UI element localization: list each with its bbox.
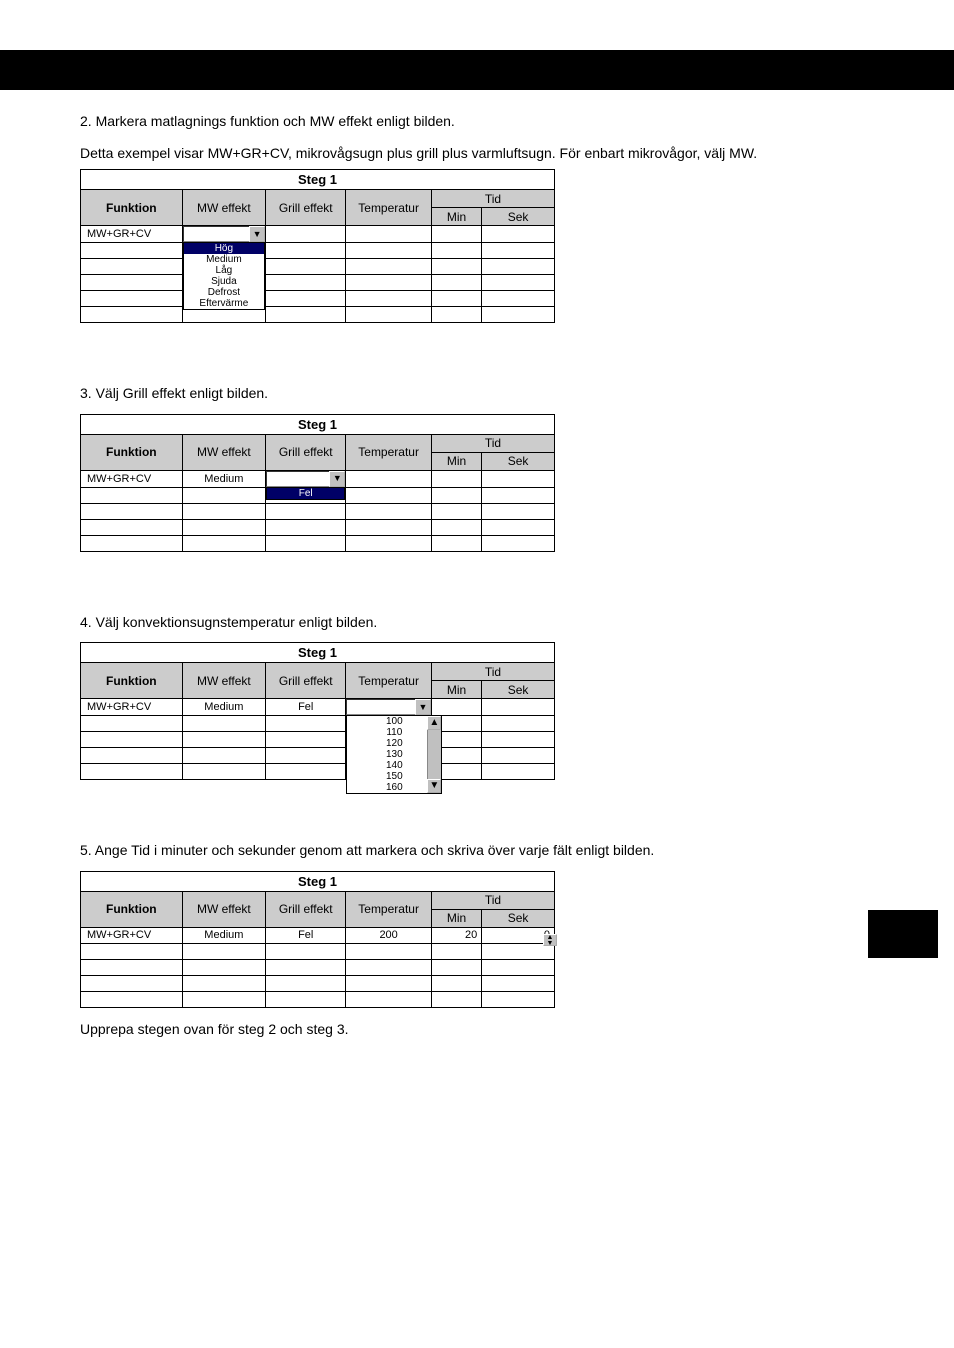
grill-option[interactable]: Fel	[267, 488, 344, 499]
cell-funktion[interactable]: MW+GR+CV	[81, 226, 183, 243]
time-sek-input[interactable]: 0 ▲▼	[482, 927, 555, 943]
step2-detail: Detta exempel visar MW+GR+CV, mikrovågsu…	[80, 144, 874, 164]
hdr-sek: Sek	[482, 208, 555, 226]
cell-grill-value[interactable]: Fel	[266, 699, 346, 716]
repeat-note: Upprepa stegen ovan för steg 2 och steg …	[80, 1020, 874, 1040]
chevron-down-icon[interactable]: ▼	[249, 226, 265, 242]
hdr-funktion: Funktion	[81, 190, 183, 226]
temperatur-options[interactable]: 100 110 120 130 140 150 160 ▲ ▼	[346, 715, 442, 794]
mw-option[interactable]: Sjuda	[184, 276, 264, 287]
mw-option[interactable]: Låg	[184, 265, 264, 276]
hdr-tid: Tid	[431, 190, 554, 208]
chevron-down-icon[interactable]: ▼	[415, 699, 431, 715]
step2-instruction: 2. Markera matlagnings funktion och MW e…	[80, 112, 874, 132]
mw-option[interactable]: Hög	[184, 243, 264, 254]
steg1-table-time: Steg 1 Funktion MW effekt Grill effekt T…	[80, 871, 555, 1008]
steg-title: Steg 1	[81, 170, 555, 190]
hdr-grill: Grill effekt	[266, 190, 346, 226]
chevron-down-icon[interactable]: ▼	[329, 471, 345, 487]
scroll-down-icon[interactable]: ▼	[427, 779, 441, 793]
step3-instruction: 3. Välj Grill effekt enligt bilden.	[80, 384, 874, 404]
mw-option[interactable]: Medium	[184, 254, 264, 265]
scroll-up-icon[interactable]: ▲	[427, 716, 441, 730]
step4-instruction: 4. Välj konvektionsugnstemperatur enligt…	[80, 613, 874, 633]
steg1-table-temp: Steg 1 Funktion MW effekt Grill effekt T…	[80, 642, 555, 780]
mw-option[interactable]: Defrost	[184, 287, 264, 298]
step5-instruction: 5. Ange Tid i minuter och sekunder genom…	[80, 841, 874, 861]
steg1-table-grill: Steg 1 Funktion MW effekt Grill effekt T…	[80, 414, 555, 552]
mw-option[interactable]: Eftervärme	[184, 298, 264, 309]
mw-effekt-options[interactable]: Hög Medium Låg Sjuda Defrost Eftervärme	[183, 242, 265, 310]
time-min-input[interactable]: 20	[431, 927, 481, 943]
spinner-icon[interactable]: ▲▼	[543, 934, 557, 946]
cell-mw-value[interactable]: Medium	[182, 470, 265, 487]
hdr-min: Min	[431, 208, 481, 226]
cell-temp-value[interactable]: 200	[346, 927, 432, 943]
page-header-bar	[0, 50, 954, 90]
grill-effekt-options[interactable]: Fel	[266, 487, 345, 500]
hdr-mw: MW effekt	[182, 190, 265, 226]
side-language-badge	[868, 910, 938, 958]
hdr-temp: Temperatur	[346, 190, 432, 226]
steg1-table-mw: Steg 1 Funktion MW effekt Grill effekt T…	[80, 169, 555, 323]
